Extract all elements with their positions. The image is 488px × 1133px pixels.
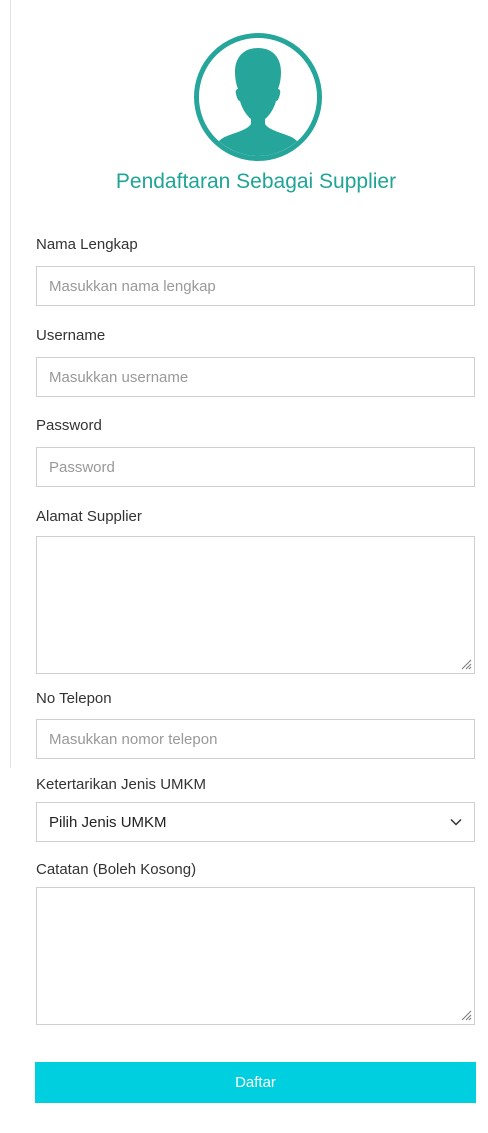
username-label: Username bbox=[36, 327, 106, 344]
registration-page: Pendaftaran Sebagai Supplier Nama Lengka… bbox=[0, 0, 488, 1133]
nama-lengkap-input[interactable] bbox=[36, 266, 475, 306]
umkm-label: Ketertarikan Jenis UMKM bbox=[36, 776, 207, 793]
user-avatar-icon bbox=[194, 33, 322, 161]
username-input[interactable] bbox=[36, 357, 475, 397]
catatan-label: Catatan (Boleh Kosong) bbox=[36, 861, 197, 878]
resize-grip-icon[interactable] bbox=[460, 1009, 472, 1021]
telepon-label: No Telepon bbox=[36, 690, 112, 707]
nama-label: Nama Lengkap bbox=[36, 236, 138, 253]
chevron-down-icon bbox=[450, 818, 462, 826]
password-label: Password bbox=[36, 417, 102, 434]
select-value: Pilih Jenis UMKM bbox=[49, 813, 167, 831]
alamat-supplier-textarea[interactable] bbox=[36, 536, 475, 674]
alamat-label: Alamat Supplier bbox=[36, 508, 142, 525]
left-divider bbox=[10, 0, 11, 768]
no-telepon-input[interactable] bbox=[36, 719, 475, 759]
daftar-button[interactable]: Daftar bbox=[35, 1062, 476, 1103]
jenis-umkm-select[interactable]: Pilih Jenis UMKM bbox=[36, 802, 475, 842]
page-title: Pendaftaran Sebagai Supplier bbox=[115, 170, 397, 193]
password-input[interactable] bbox=[36, 447, 475, 487]
resize-grip-icon[interactable] bbox=[460, 658, 472, 670]
catatan-textarea[interactable] bbox=[36, 887, 475, 1025]
